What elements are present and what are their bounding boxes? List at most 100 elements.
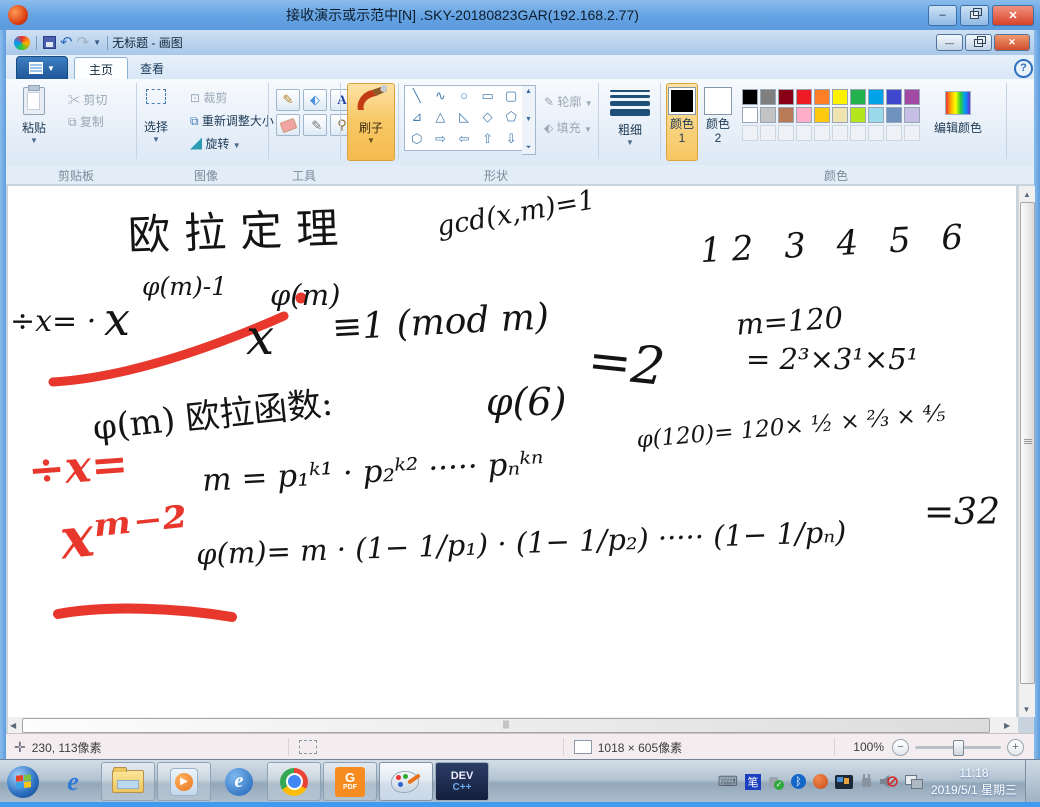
taskbar-windows-explorer[interactable]	[101, 762, 155, 801]
palette-empty-slot[interactable]	[850, 125, 866, 141]
color-picker-tool[interactable]: ✐	[303, 114, 327, 136]
recording-icon[interactable]	[812, 774, 828, 789]
palette-empty-slot[interactable]	[796, 125, 812, 141]
fill-tool[interactable]: ⬖	[303, 89, 327, 111]
palette-swatch[interactable]	[868, 89, 884, 105]
remote-maximize-button[interactable]	[960, 4, 989, 26]
remote-minimize-button[interactable]: –	[928, 4, 957, 26]
horizontal-scrollbar-thumb[interactable]	[22, 718, 990, 733]
remote-close-button[interactable]: ✕	[992, 4, 1034, 26]
vertical-scrollbar-thumb[interactable]	[1020, 202, 1035, 684]
taskbar-media-player[interactable]: ▶	[157, 762, 211, 801]
palette-empty-slot[interactable]	[814, 125, 830, 141]
brushes-button[interactable]: 刷子 ▼	[347, 83, 395, 161]
palette-swatch[interactable]	[868, 107, 884, 123]
outline-button[interactable]: ✎ 轮廓 ▼	[544, 93, 593, 110]
palette-swatch[interactable]	[778, 89, 794, 105]
start-button[interactable]	[1, 763, 45, 800]
edit-colors-button[interactable]: 编辑颜色	[934, 91, 982, 136]
scroll-down-icon[interactable]: ▼	[525, 116, 532, 123]
paint-minimize-button[interactable]: —	[936, 34, 963, 51]
zoom-slider[interactable]	[915, 739, 1001, 756]
volume-muted-icon[interactable]	[879, 774, 898, 789]
taskbar-clock[interactable]: 11:18 2019/5/1 星期三	[931, 765, 1017, 797]
fill-button[interactable]: ⬖ 填充 ▼	[544, 119, 592, 136]
palette-swatch[interactable]	[742, 89, 758, 105]
palette-swatch[interactable]	[886, 89, 902, 105]
rotate-button[interactable]: ◢ 旋转 ▼	[190, 135, 241, 152]
taskbar-foxit-pdf[interactable]: G PDF	[323, 762, 377, 801]
palette-swatch[interactable]	[904, 107, 920, 123]
show-desktop-button[interactable]	[1025, 760, 1040, 803]
palette-swatch[interactable]	[814, 89, 830, 105]
pencil-tool[interactable]: ✎	[276, 89, 300, 111]
network-icon[interactable]	[904, 774, 923, 789]
display-icon[interactable]	[834, 774, 853, 789]
eraser-tool[interactable]	[276, 114, 300, 136]
palette-empty-slot[interactable]	[778, 125, 794, 141]
scroll-right-icon[interactable]: ▶	[1004, 721, 1010, 730]
size-button[interactable]: 粗细 ▼	[606, 87, 654, 147]
taskbar-dev-cpp[interactable]: DEV C++	[435, 762, 489, 801]
palette-empty-slot[interactable]	[742, 125, 758, 141]
paint-close-button[interactable]: ✕	[994, 34, 1030, 51]
color1-button[interactable]: 颜色 1	[666, 83, 698, 161]
redo-icon[interactable]: ↷	[77, 35, 90, 50]
zoom-slider-thumb[interactable]	[953, 739, 964, 756]
palette-empty-slot[interactable]	[868, 125, 884, 141]
palette-swatch[interactable]	[832, 107, 848, 123]
zoom-out-button[interactable]: −	[892, 738, 909, 756]
palette-swatch[interactable]	[760, 89, 776, 105]
palette-swatch[interactable]	[886, 107, 902, 123]
paste-button[interactable]: 粘贴 ▼	[22, 85, 46, 145]
palette-swatch[interactable]	[814, 107, 830, 123]
save-icon[interactable]	[43, 36, 56, 49]
shapes-scrollbar[interactable]: ▲ ▼ ⏷	[522, 85, 536, 155]
horizontal-scrollbar[interactable]: ◀ ▶	[8, 717, 1018, 733]
palette-swatch[interactable]	[742, 107, 758, 123]
resize-button[interactable]: ⧉ 重新调整大小	[190, 112, 274, 129]
palette-swatch[interactable]	[832, 89, 848, 105]
palette-swatch[interactable]	[850, 107, 866, 123]
taskbar-internet-explorer[interactable]: e	[47, 763, 99, 800]
scroll-up-icon[interactable]: ▲	[1019, 186, 1035, 199]
palette-swatch[interactable]	[760, 107, 776, 123]
drawing-canvas[interactable]: 欧拉定理 gcd(x,m)=1 12 3 4 5 6 ÷x= · x φ(m)-…	[8, 186, 1016, 717]
palette-empty-slot[interactable]	[904, 125, 920, 141]
usb-safely-remove-icon[interactable]: ✓	[768, 774, 784, 790]
tab-home[interactable]: 主页	[74, 57, 129, 80]
scroll-left-icon[interactable]: ◀	[10, 721, 16, 730]
palette-swatch[interactable]	[796, 107, 812, 123]
paint-menu-button[interactable]: ▼	[16, 56, 68, 80]
palette-empty-slot[interactable]	[760, 125, 776, 141]
scroll-down-icon[interactable]: ▼	[1019, 705, 1034, 714]
palette-empty-slot[interactable]	[832, 125, 848, 141]
vertical-scrollbar[interactable]: ▲ ▼	[1018, 186, 1035, 717]
undo-icon[interactable]: ↶	[60, 35, 73, 50]
taskbar-paint[interactable]	[379, 762, 433, 801]
scroll-more-icon[interactable]: ⏷	[526, 144, 532, 152]
taskbar-chrome[interactable]	[267, 762, 321, 801]
help-icon[interactable]: ?	[1014, 59, 1033, 78]
palette-swatch[interactable]	[904, 89, 920, 105]
palette-swatch[interactable]	[850, 89, 866, 105]
crop-button[interactable]: ⊡ 裁剪	[190, 89, 227, 106]
qat-dropdown-icon[interactable]: ▼	[93, 38, 101, 47]
zoom-in-button[interactable]: +	[1007, 738, 1024, 756]
keyboard-icon[interactable]: ⌨	[718, 773, 738, 790]
palette-swatch[interactable]	[796, 89, 812, 105]
tab-view[interactable]: 查看	[126, 57, 178, 79]
palette-swatch[interactable]	[778, 107, 794, 123]
shapes-grid[interactable]: ╲ ∿ ○ ▭ ▢ ⊿ △ ◺ ◇ ⬠ ⬡ ⇨ ⇦ ⇧ ⇩	[404, 85, 524, 151]
palette-empty-slot[interactable]	[886, 125, 902, 141]
cut-button[interactable]: ✂ 剪切	[68, 91, 107, 108]
taskbar-browser[interactable]: e	[213, 763, 265, 800]
scroll-up-icon[interactable]: ▲	[525, 88, 532, 95]
paint-restore-button[interactable]	[965, 34, 992, 51]
select-button[interactable]: 选择 ▼	[144, 89, 168, 144]
bluetooth-icon[interactable]: ᛒ	[790, 774, 806, 789]
copy-button[interactable]: ⧉ 复制	[68, 113, 104, 130]
color2-button[interactable]: 颜色 2	[702, 83, 734, 161]
input-method-icon[interactable]: 笔	[744, 773, 761, 790]
power-plug-icon[interactable]	[860, 774, 873, 789]
